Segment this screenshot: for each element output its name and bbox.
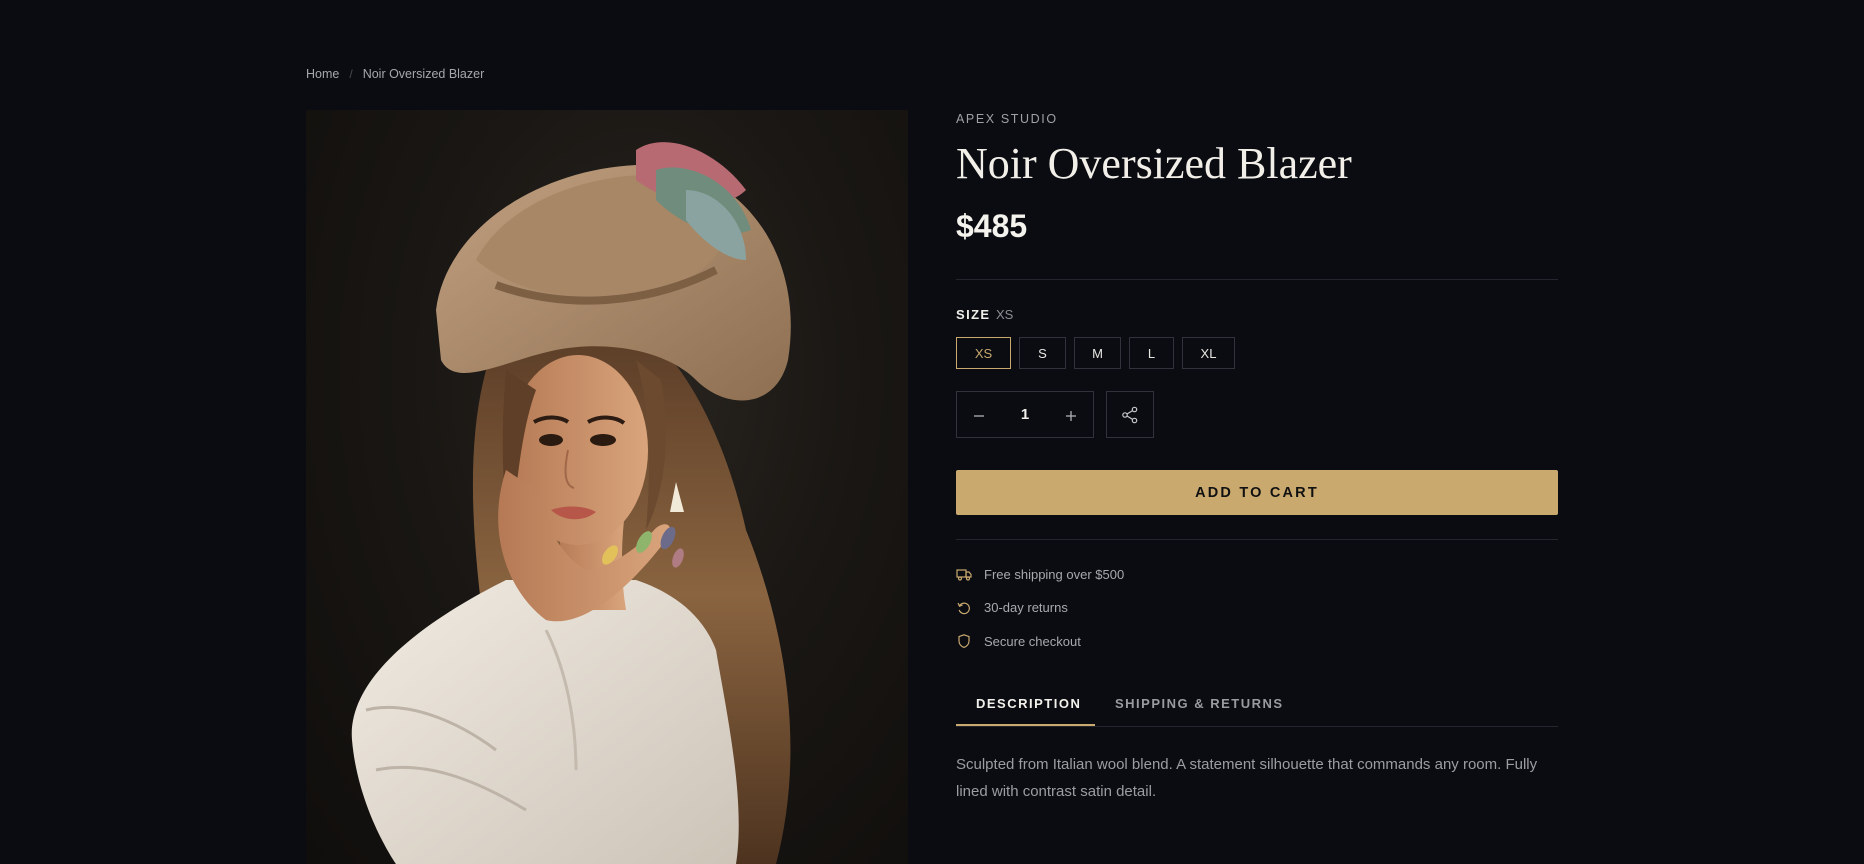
perk-text: 30-day returns (984, 600, 1068, 615)
shield-icon (956, 633, 972, 649)
size-option-xs[interactable]: XS (956, 337, 1011, 369)
minus-icon (974, 414, 984, 417)
tab-shipping-returns[interactable]: SHIPPING & RETURNS (1115, 696, 1284, 711)
perk-item: Secure checkout (956, 631, 1124, 651)
product-image (306, 110, 908, 864)
perk-text: Free shipping over $500 (984, 566, 1125, 582)
divider (956, 279, 1558, 280)
breadcrumb-home-link[interactable]: Home (306, 67, 339, 81)
perk-text: Secure checkout (984, 633, 1081, 649)
breadcrumb-current: Noir Oversized Blazer (362, 67, 485, 81)
size-label: SIZE (956, 307, 991, 322)
product-photo-illustration (351, 142, 791, 864)
product-page: Home / Noir Oversized Blazer APEX STUDIO… (0, 0, 1864, 864)
active-tab-indicator (956, 724, 1095, 726)
perk-item: Free shipping over $500 (956, 564, 1124, 584)
size-option-m[interactable]: M (1074, 337, 1121, 369)
size-option-l[interactable]: L (1129, 337, 1174, 369)
truck-icon (956, 566, 972, 582)
quantity-value[interactable]: 1 (1021, 406, 1029, 423)
size-selected-value: XS (996, 307, 1014, 322)
divider (956, 539, 1558, 540)
breadcrumb-separator: / (349, 67, 353, 81)
size-option-s[interactable]: S (1019, 337, 1066, 369)
perk-item: 30-day returns (956, 598, 1124, 618)
plus-icon (1066, 410, 1076, 421)
perks-list: Free shipping over $500 30-day returns S… (956, 564, 1124, 665)
size-option-xl[interactable]: XL (1182, 337, 1235, 369)
breadcrumb: Home / Noir Oversized Blazer (306, 67, 484, 81)
product-tabs: DESCRIPTION SHIPPING & RETURNS (956, 688, 1558, 727)
size-options: XS S M L XL (956, 337, 1235, 369)
increment-button[interactable] (1049, 392, 1093, 437)
tab-description[interactable]: DESCRIPTION (976, 696, 1081, 711)
product-price: $485 (956, 208, 1028, 244)
brand-name: APEX STUDIO (956, 112, 1058, 126)
product-title: Noir Oversized Blazer (956, 139, 1352, 188)
add-to-cart-button[interactable]: ADD TO CART (956, 470, 1558, 515)
share-icon (1122, 406, 1138, 423)
product-description: Sculpted from Italian wool blend. A stat… (956, 756, 1538, 800)
decrement-button[interactable] (957, 392, 1001, 437)
return-icon (956, 600, 972, 616)
quantity-stepper: 1 (956, 391, 1094, 438)
share-button[interactable] (1106, 391, 1154, 438)
